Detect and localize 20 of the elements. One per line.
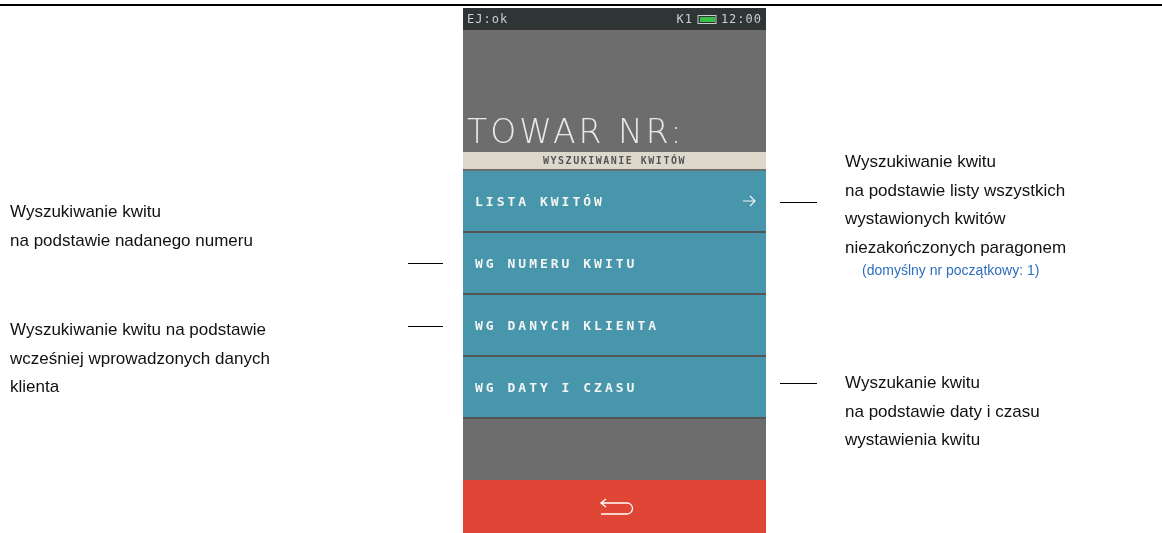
menu-item[interactable]: WG DANYCH KLIENTA [463, 295, 766, 355]
clock: 12:00 [720, 12, 762, 26]
leader-line [408, 263, 443, 264]
annotation-text: Wyszukanie kwitu na podstawie daty i czasu wystawienia kwitu [845, 372, 1040, 451]
annotation-note: (domyślny nr początkowy: 1) [862, 262, 1040, 278]
annotation-text: Wyszukiwanie kwitu na podstawie wcześniej wprowadzonych danych klienta [10, 319, 270, 398]
leader-line [780, 202, 817, 203]
leader-line [408, 326, 443, 327]
battery-icon [696, 14, 717, 24]
prompt-text: TOWAR NR: [467, 115, 685, 148]
leader-line [780, 383, 817, 384]
menu-item[interactable]: WG NUMERU KWITU [463, 233, 766, 293]
channel-label: K1 [676, 12, 693, 26]
menu-item[interactable]: WG DATY I CZASU [463, 357, 766, 417]
back-button[interactable] [463, 480, 766, 533]
annotation-text: Wyszukiwanie kwitu na podstawie listy wszystkich wystawionych kwitów niezakończonych paragonem [845, 151, 1067, 259]
section-title: WYSZUKIWANIE KWITÓW [463, 152, 766, 169]
annotation-text: Wyszukiwanie kwitu na podstawie nadanego numeru [10, 201, 253, 252]
menu-item[interactable]: LISTA KWITÓW [463, 171, 766, 231]
journal-status: EJ:ok [467, 12, 509, 26]
